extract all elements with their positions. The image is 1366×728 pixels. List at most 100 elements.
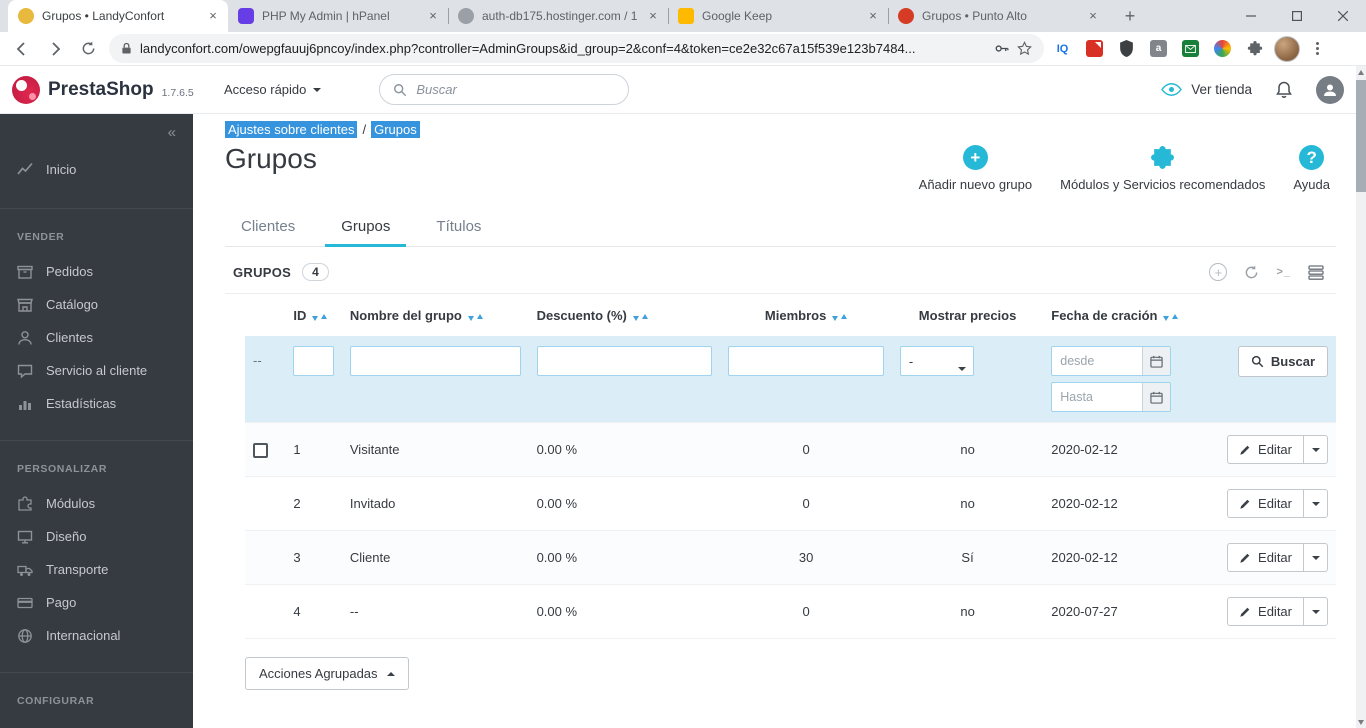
sort-icons[interactable] xyxy=(312,312,328,321)
edit-button[interactable]: Editar xyxy=(1227,543,1304,572)
help-button[interactable]: ? Ayuda xyxy=(1293,145,1330,192)
browser-tab-hostinger[interactable]: auth-db175.hostinger.com / 1... × xyxy=(448,0,668,32)
filter-discount-input[interactable] xyxy=(536,346,713,376)
table-row[interactable]: 4 -- 0.00 % 0 no 2020-07-27 Editar xyxy=(245,584,1336,639)
puzzle-extensions-icon[interactable] xyxy=(1241,35,1268,63)
admin-search-box[interactable] xyxy=(379,74,630,105)
menu-kebab-icon[interactable] xyxy=(1305,35,1329,63)
back-icon[interactable] xyxy=(8,35,36,63)
column-discount[interactable]: Descuento (%) xyxy=(529,294,721,336)
panel-add-icon[interactable]: + xyxy=(1209,263,1228,281)
browser-tab-phpmyadmin[interactable]: PHP My Admin | hPanel × xyxy=(228,0,448,32)
minimize-icon[interactable] xyxy=(1228,0,1274,32)
edit-dropdown-toggle[interactable] xyxy=(1303,435,1328,464)
sidebar-item-catalogo[interactable]: Catálogo xyxy=(0,288,193,321)
tab-close-icon[interactable]: × xyxy=(1085,8,1101,24)
breadcrumb-parent-link[interactable]: Ajustes sobre clientes xyxy=(225,121,358,138)
sidebar-item-internacional[interactable]: Internacional xyxy=(0,619,193,652)
reload-icon[interactable] xyxy=(74,35,102,63)
panel-sql-query-icon[interactable]: >_ xyxy=(1276,266,1291,278)
maximize-icon[interactable] xyxy=(1274,0,1320,32)
shield-extension-icon[interactable] xyxy=(1113,35,1140,63)
new-tab-button[interactable]: + xyxy=(1116,2,1144,30)
filter-date-from-input[interactable] xyxy=(1052,347,1143,375)
breadcrumb-current-link[interactable]: Grupos xyxy=(371,121,420,138)
filter-id-input[interactable] xyxy=(293,346,334,376)
quick-access-dropdown[interactable]: Acceso rápido xyxy=(224,82,322,97)
column-creation-date[interactable]: Fecha de cración xyxy=(1043,294,1210,336)
edit-dropdown-toggle[interactable] xyxy=(1303,489,1328,518)
column-id[interactable]: ID xyxy=(285,294,342,336)
add-new-group-button[interactable]: + Añadir nuevo grupo xyxy=(919,145,1032,192)
account-avatar[interactable] xyxy=(1316,75,1344,104)
browser-tab-grupos-landyconfort[interactable]: Grupos • LandyConfort × xyxy=(8,0,228,32)
sidebar-item-pago[interactable]: Pago xyxy=(0,586,193,619)
sidebar-item-transporte[interactable]: Transporte xyxy=(0,553,193,586)
sidebar-item-inicio[interactable]: Inicio xyxy=(0,150,193,188)
tab-grupos[interactable]: Grupos xyxy=(325,208,407,247)
panel-refresh-icon[interactable] xyxy=(1244,264,1259,280)
bookmark-star-icon[interactable] xyxy=(1017,41,1032,56)
tab-titulos[interactable]: Títulos xyxy=(420,208,497,247)
breadcrumb: Ajustes sobre clientes / Grupos xyxy=(225,121,1336,138)
filter-show-prices-select[interactable]: - xyxy=(899,346,974,376)
pdf-extension-icon[interactable] xyxy=(1081,35,1108,63)
address-bar[interactable]: landyconfort.com/owepgfauuj6pncoy/index.… xyxy=(109,34,1044,63)
filter-name-input[interactable] xyxy=(349,346,521,376)
tab-close-icon[interactable]: × xyxy=(645,8,661,24)
view-shop-link[interactable]: Ver tienda xyxy=(1161,82,1252,97)
url-text[interactable]: landyconfort.com/owepgfauuj6pncoy/index.… xyxy=(140,41,986,56)
scrollbar-thumb[interactable] xyxy=(1356,80,1366,192)
password-key-icon[interactable] xyxy=(994,41,1009,56)
tab-close-icon[interactable]: × xyxy=(205,8,221,24)
mail-extension-icon[interactable] xyxy=(1177,35,1204,63)
edit-dropdown-toggle[interactable] xyxy=(1303,597,1328,626)
sidebar-item-modulos[interactable]: Módulos xyxy=(0,487,193,520)
admin-search-input[interactable] xyxy=(416,82,616,97)
tab-close-icon[interactable]: × xyxy=(425,8,441,24)
filter-date-to-input[interactable] xyxy=(1052,383,1143,411)
sidebar-item-diseno[interactable]: Diseño xyxy=(0,520,193,553)
edit-dropdown-toggle[interactable] xyxy=(1303,543,1328,572)
edit-button[interactable]: Editar xyxy=(1227,489,1304,518)
bulk-actions-button[interactable]: Acciones Agrupadas xyxy=(245,657,409,690)
tab-close-icon[interactable]: × xyxy=(865,8,881,24)
profile-avatar[interactable] xyxy=(1273,35,1300,63)
sort-icons[interactable] xyxy=(467,312,483,321)
edit-button[interactable]: Editar xyxy=(1227,597,1304,626)
forward-icon[interactable] xyxy=(41,35,69,63)
table-row[interactable]: 3 Cliente 0.00 % 30 Sí 2020-02-12 Editar xyxy=(245,530,1336,585)
sort-icons[interactable] xyxy=(632,312,648,321)
edit-button[interactable]: Editar xyxy=(1227,435,1304,464)
sidebar-collapse-button[interactable]: « xyxy=(0,114,193,150)
tab-clientes[interactable]: Clientes xyxy=(225,208,311,247)
calendar-icon[interactable] xyxy=(1142,383,1171,411)
lock-icon[interactable] xyxy=(121,42,132,55)
filter-search-button[interactable]: Buscar xyxy=(1237,346,1328,377)
notifications-bell-icon[interactable] xyxy=(1276,81,1292,99)
sidebar-item-estadisticas[interactable]: Estadísticas xyxy=(0,387,193,420)
iq-extension-icon[interactable]: IQ xyxy=(1049,35,1076,63)
page-scrollbar[interactable] xyxy=(1356,66,1366,728)
sort-icons[interactable] xyxy=(832,312,848,321)
browser-tab-google-keep[interactable]: Google Keep × xyxy=(668,0,888,32)
translate-extension-icon[interactable]: a xyxy=(1145,35,1172,63)
scrollbar-up-arrow[interactable] xyxy=(1356,66,1366,78)
recommended-modules-button[interactable]: Módulos y Servicios recomendados xyxy=(1060,145,1265,192)
close-icon[interactable] xyxy=(1320,0,1366,32)
sort-icons[interactable] xyxy=(1163,312,1179,321)
table-row[interactable]: 1 Visitante 0.00 % 0 no 2020-02-12 Edita… xyxy=(245,422,1336,477)
table-row[interactable]: 2 Invitado 0.00 % 0 no 2020-02-12 Editar xyxy=(245,476,1336,531)
row-checkbox[interactable] xyxy=(253,442,268,458)
sidebar-item-pedidos[interactable]: Pedidos xyxy=(0,255,193,288)
filter-members-input[interactable] xyxy=(728,346,884,376)
panel-export-layers-icon[interactable] xyxy=(1308,264,1324,280)
calendar-icon[interactable] xyxy=(1142,347,1171,375)
browser-tab-grupos-punto-alto[interactable]: Grupos • Punto Alto × xyxy=(888,0,1108,32)
sidebar-item-servicio-al-cliente[interactable]: Servicio al cliente xyxy=(0,354,193,387)
color-wheel-extension-icon[interactable] xyxy=(1209,35,1236,63)
column-members[interactable]: Miembros xyxy=(720,294,892,336)
sidebar-item-clientes[interactable]: Clientes xyxy=(0,321,193,354)
column-name[interactable]: Nombre del grupo xyxy=(342,294,529,336)
scrollbar-down-arrow[interactable] xyxy=(1356,716,1366,728)
